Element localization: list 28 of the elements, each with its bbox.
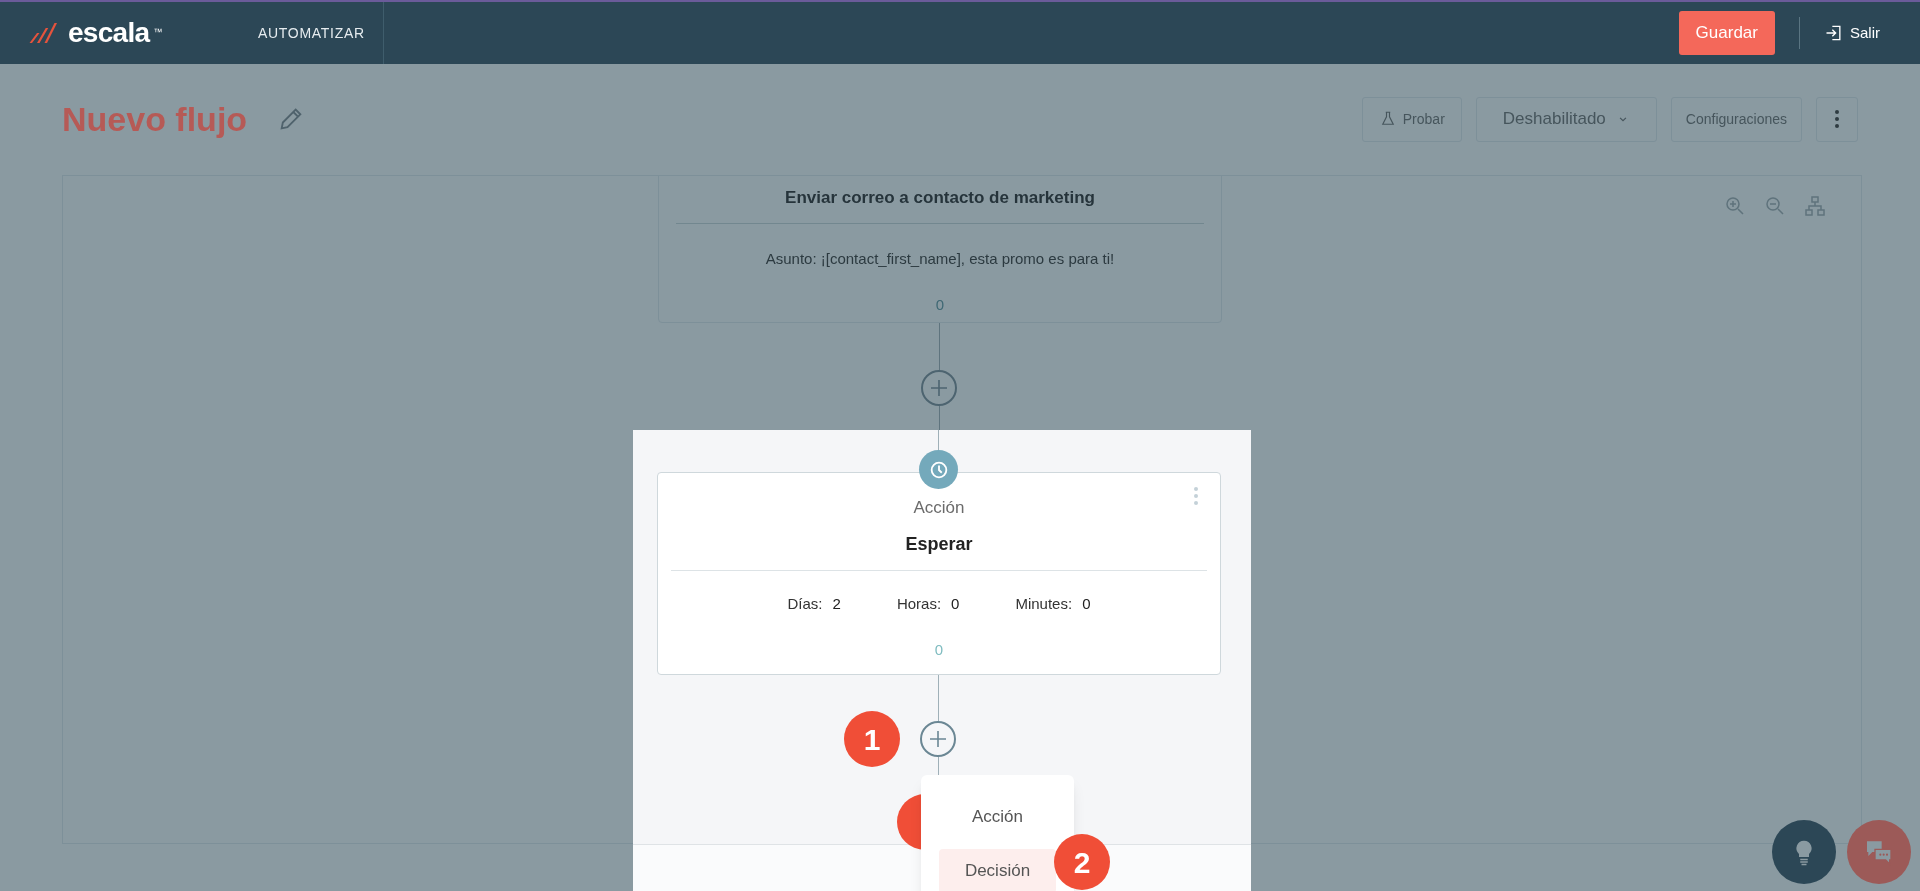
flow-title: Nuevo flujo	[62, 98, 248, 140]
node-title: Esperar	[905, 532, 973, 556]
field-label: Minutes:	[1015, 593, 1073, 614]
section-link[interactable]: AUTOMATIZAR	[240, 2, 384, 64]
field-label: Horas:	[896, 593, 942, 614]
field-value: 0	[951, 593, 960, 614]
trademark-mark: ™	[153, 26, 163, 39]
node-count: 0	[935, 295, 945, 315]
more-icon	[1835, 110, 1839, 128]
exit-button[interactable]: Salir	[1824, 21, 1880, 45]
node-title: Enviar correo a contacto de marketing	[785, 187, 1095, 209]
add-step-button[interactable]	[920, 721, 956, 757]
field-value: 2	[832, 593, 841, 614]
node-menu-button[interactable]	[1192, 485, 1200, 507]
more-icon	[1194, 487, 1198, 505]
node-type: Acción	[913, 497, 965, 519]
field-value: 0	[1082, 593, 1091, 614]
layout-button[interactable]	[1803, 194, 1827, 218]
hierarchy-icon	[1803, 194, 1827, 218]
menu-item[interactable]: Decisión	[939, 849, 1056, 891]
more-button[interactable]	[1816, 96, 1858, 142]
node-subject: Asunto: ¡[contact_first_name], esta promo es para ti!	[765, 248, 1115, 269]
add-step-button[interactable]	[921, 370, 957, 406]
logo-text: escala	[68, 16, 150, 50]
step-badge: 1	[844, 711, 900, 767]
node-count: 0	[934, 640, 944, 660]
exit-icon	[1824, 23, 1844, 43]
field-label: Días:	[787, 593, 823, 614]
